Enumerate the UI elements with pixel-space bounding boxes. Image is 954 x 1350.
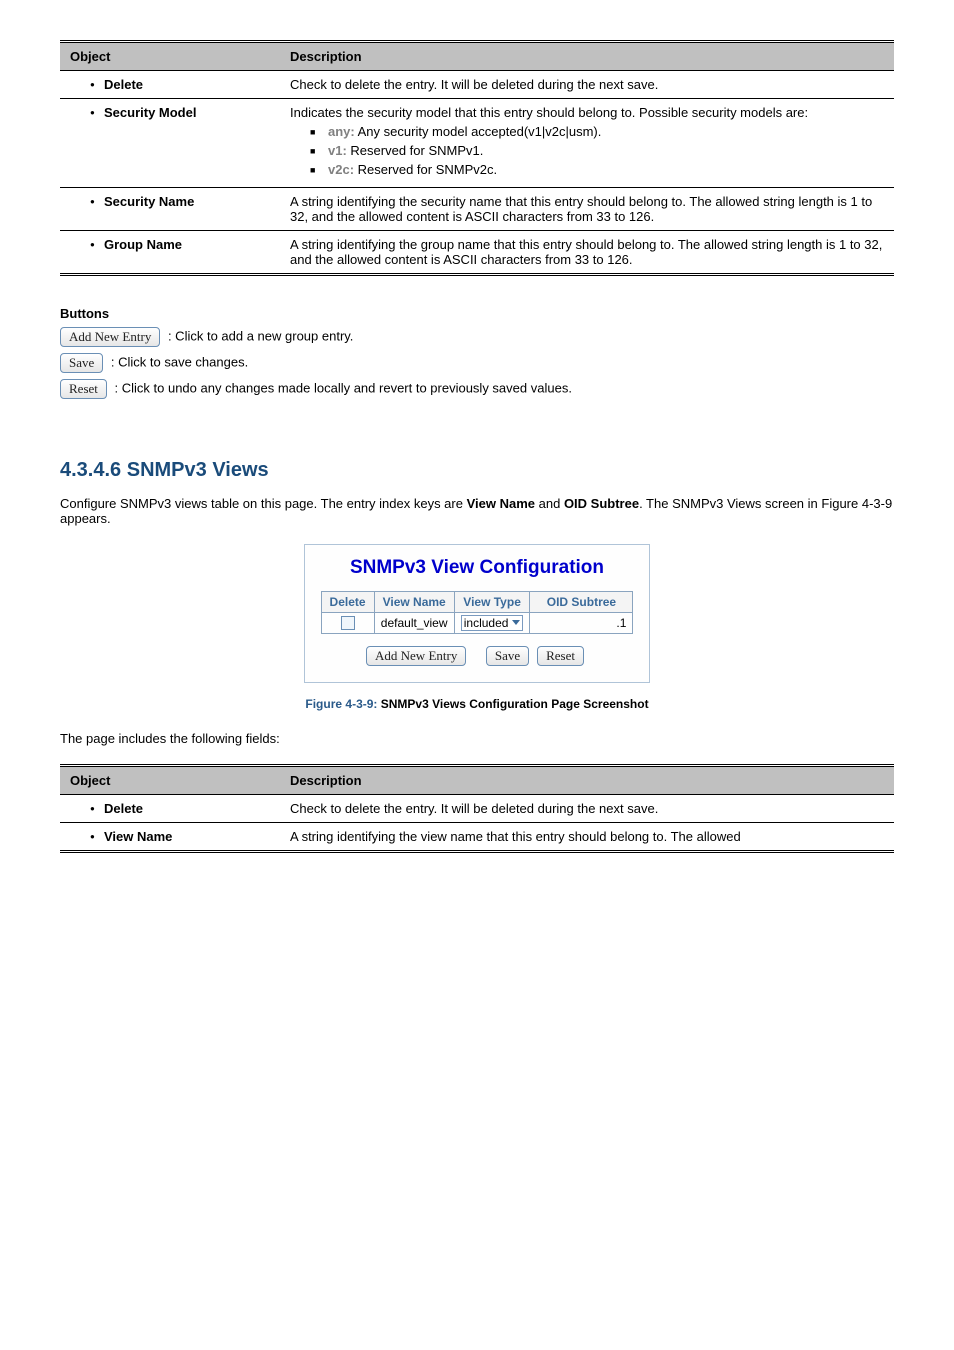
t2-row-viewname-desc: A string identifying the view name that … xyxy=(280,823,894,852)
add-desc: : Click to add a new group entry. xyxy=(168,328,353,343)
save-button[interactable]: Save xyxy=(60,353,103,373)
t2-row-viewname-obj: View Name xyxy=(90,829,270,844)
reset-desc: : Click to undo any changes made locally… xyxy=(115,380,572,395)
hdr-viewname: View Name xyxy=(374,592,454,613)
hdr-oidsubtree: OID Subtree xyxy=(530,592,633,613)
t2-row-delete-obj: Delete xyxy=(90,801,270,816)
secmodel-v2c: v2c: Reserved for SNMPv2c. xyxy=(310,162,884,177)
th-description: Description xyxy=(280,42,894,71)
row-delete-desc: Check to delete the entry. It will be de… xyxy=(280,71,894,99)
box-add-new-entry-button[interactable]: Add New Entry xyxy=(366,646,466,666)
viewtype-select[interactable]: included xyxy=(461,615,524,631)
config-table: Delete View Name View Type OID Subtree d… xyxy=(321,591,634,634)
t2-th-description: Description xyxy=(280,766,894,795)
row-delete-obj: Delete xyxy=(90,77,270,92)
config-box-title: SNMPv3 View Configuration xyxy=(321,557,634,579)
add-new-entry-button[interactable]: Add New Entry xyxy=(60,327,160,347)
figure-caption: Figure 4-3-9: SNMPv3 Views Configuration… xyxy=(60,697,894,711)
row-secname-obj: Security Name xyxy=(90,194,270,209)
t2-th-object: Object xyxy=(60,766,280,795)
row-groupname-desc: A string identifying the group name that… xyxy=(280,231,894,275)
snmpv3-view-config-box: SNMPv3 View Configuration Delete View Na… xyxy=(304,544,651,683)
buttons-heading: Buttons xyxy=(60,306,894,321)
row-groupname-obj: Group Name xyxy=(90,237,270,252)
row-secmodel-desc: Indicates the security model that this e… xyxy=(280,99,894,188)
table2-intro: The page includes the following fields: xyxy=(60,731,894,746)
save-desc: : Click to save changes. xyxy=(111,354,248,369)
hdr-delete: Delete xyxy=(321,592,374,613)
row-secname-desc: A string identifying the security name t… xyxy=(280,188,894,231)
hdr-viewtype: View Type xyxy=(454,592,530,613)
box-reset-button[interactable]: Reset xyxy=(537,646,584,666)
row-secmodel-obj: Security Model xyxy=(90,105,270,120)
parameters-table-1: Object Description Delete Check to delet… xyxy=(60,40,894,276)
t2-row-delete-desc: Check to delete the entry. It will be de… xyxy=(280,795,894,823)
secmodel-v1: v1: Reserved for SNMPv1. xyxy=(310,143,884,158)
reset-button[interactable]: Reset xyxy=(60,379,107,399)
cell-oid: .1 xyxy=(530,613,633,634)
box-save-button[interactable]: Save xyxy=(486,646,529,666)
parameters-table-2: Object Description Delete Check to delet… xyxy=(60,764,894,853)
secmodel-any: any: Any security model accepted(v1|v2c|… xyxy=(310,124,884,139)
th-object: Object xyxy=(60,42,280,71)
cell-viewname: default_view xyxy=(374,613,454,634)
section-description: Configure SNMPv3 views table on this pag… xyxy=(60,496,894,526)
delete-checkbox[interactable] xyxy=(341,616,355,630)
section-heading: 4.3.4.6 SNMPv3 Views xyxy=(60,459,894,482)
